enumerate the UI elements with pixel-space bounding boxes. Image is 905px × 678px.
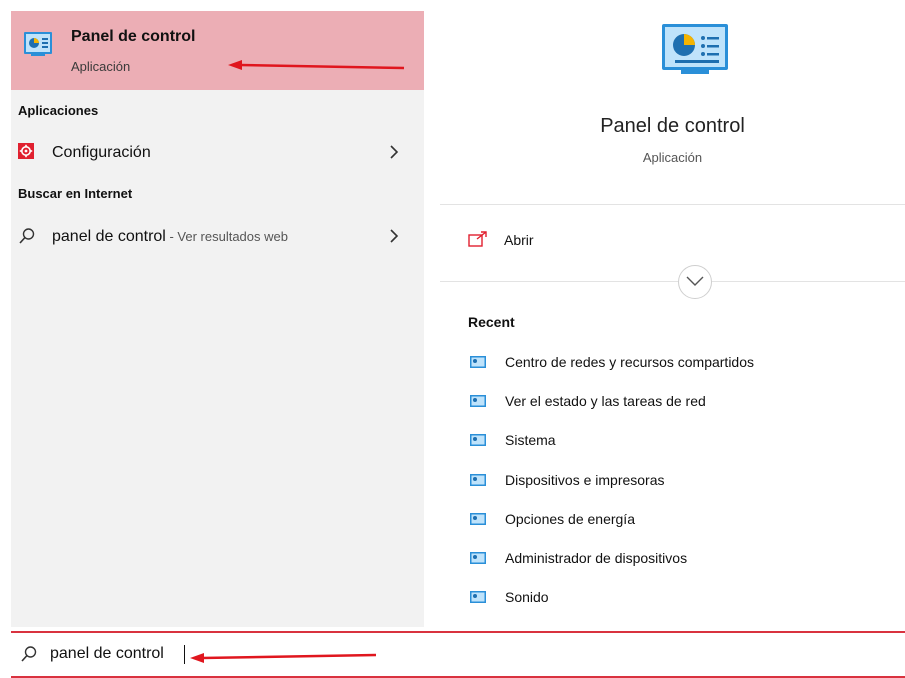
control-panel-icon: [470, 590, 486, 608]
chevron-right-icon[interactable]: [389, 145, 399, 164]
recent-item[interactable]: Opciones de energía: [468, 508, 888, 532]
expand-button[interactable]: [678, 265, 712, 299]
web-result-hint: - Ver resultados web: [165, 229, 288, 244]
control-panel-icon: [661, 23, 729, 80]
best-match-subtitle: Aplicación: [71, 59, 131, 74]
open-label: Abrir: [504, 232, 534, 248]
open-action[interactable]: Abrir: [468, 229, 668, 253]
web-section-header: Buscar en Internet: [18, 186, 133, 201]
search-icon: [20, 645, 38, 668]
result-item-web-search[interactable]: panel de control - Ver resultados web: [11, 221, 424, 253]
recent-item-label: Administrador de dispositivos: [505, 550, 688, 566]
search-icon: [18, 227, 36, 250]
control-panel-icon: [470, 512, 486, 530]
control-panel-icon: [470, 394, 486, 412]
control-panel-icon: [470, 433, 486, 451]
divider: [440, 281, 905, 282]
recent-item[interactable]: Sonido: [468, 586, 888, 610]
recent-item-label: Ver el estado y las tareas de red: [505, 393, 706, 409]
control-panel-icon: [470, 473, 486, 491]
best-match-result[interactable]: Panel de control Aplicación: [11, 11, 424, 90]
web-result-text: panel de control - Ver resultados web: [52, 228, 288, 246]
results-panel: Panel de control Aplicación Aplicaciones…: [11, 11, 424, 627]
control-panel-icon: [470, 355, 486, 373]
search-bar: [0, 631, 905, 678]
settings-gear-icon: [18, 143, 34, 164]
recent-item-label: Opciones de energía: [505, 511, 635, 527]
chevron-right-icon[interactable]: [389, 229, 399, 248]
annotation-arrow: [190, 653, 377, 663]
recent-item-label: Sistema: [505, 432, 556, 448]
recent-item[interactable]: Centro de redes y recursos compartidos: [468, 351, 888, 375]
best-match-title: Panel de control: [71, 28, 196, 45]
control-panel-icon: [23, 31, 53, 62]
control-panel-icon: [470, 551, 486, 569]
search-border-top: [11, 631, 905, 633]
recent-item-label: Centro de redes y recursos compartidos: [505, 354, 754, 370]
text-caret: [184, 645, 185, 664]
recent-item-label: Sonido: [505, 589, 549, 605]
divider: [440, 204, 905, 205]
preview-title: Panel de control: [600, 115, 745, 137]
web-query-text: panel de control: [52, 228, 166, 245]
annotation-arrow: [228, 60, 405, 70]
preview-panel: Panel de control Aplicación Abrir Recent…: [440, 11, 905, 627]
result-item-label: Configuración: [52, 144, 151, 161]
recent-item[interactable]: Sistema: [468, 429, 888, 453]
recent-item-label: Dispositivos e impresoras: [505, 472, 665, 488]
preview-subtitle: Aplicación: [642, 150, 703, 165]
apps-section-header: Aplicaciones: [18, 103, 99, 118]
open-external-icon: [468, 231, 488, 252]
result-item-configuracion[interactable]: Configuración: [11, 137, 424, 169]
recent-item[interactable]: Ver el estado y las tareas de red: [468, 390, 888, 414]
recent-header: Recent: [468, 314, 515, 330]
recent-item[interactable]: Administrador de dispositivos: [468, 547, 888, 571]
recent-item[interactable]: Dispositivos e impresoras: [468, 469, 888, 493]
